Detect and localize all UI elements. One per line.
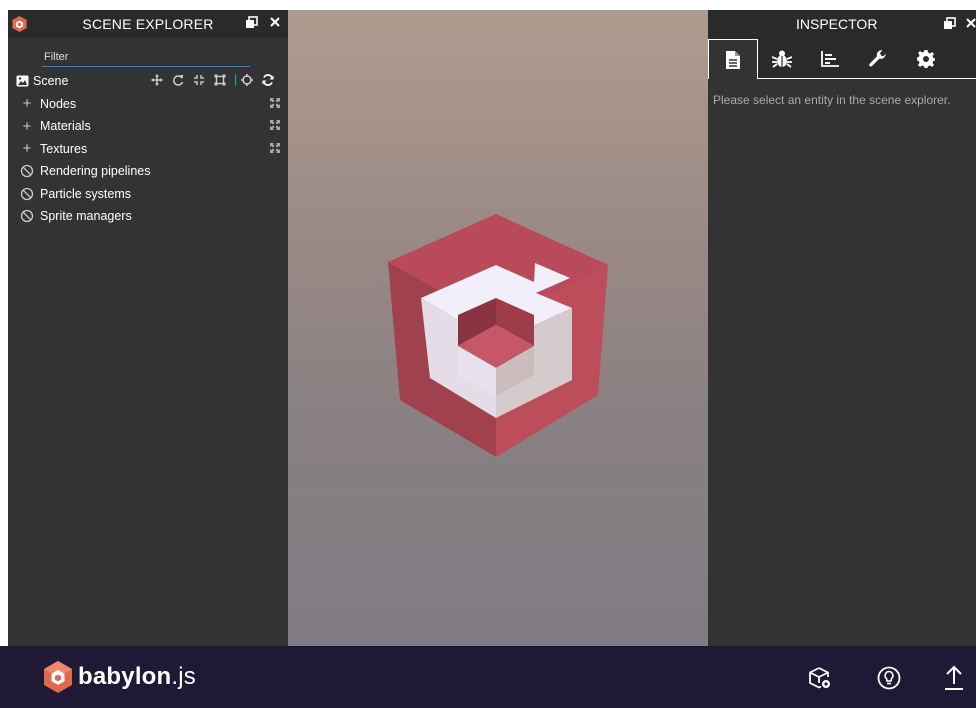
babylon-cube-model [388,214,608,457]
inspector-empty-message: Please select an entity in the scene exp… [713,93,951,107]
tree-item-label: Materials [40,119,91,134]
babylon-logo-icon [12,16,27,32]
expand-plus-icon[interactable]: + [20,140,34,157]
brand-suffix: .js [171,663,197,690]
brand-text: babylon.js [78,663,196,691]
target-icon[interactable] [241,74,253,86]
scene-explorer-header: SCENE EXPLORER [8,10,288,38]
gear-icon [917,50,935,68]
expand-all-icon[interactable] [270,97,280,108]
chart-bar-icon [821,51,839,67]
tree-item-sprite-managers[interactable]: Sprite managers [8,205,288,228]
ban-icon [20,165,34,178]
inspector-header: INSPECTOR [708,10,976,38]
inspector-title: INSPECTOR [796,16,878,32]
scene-label: Scene [33,74,69,89]
scene-explorer-title: SCENE EXPLORER [82,16,214,32]
tree-item-particle-systems[interactable]: Particle systems [8,183,288,206]
cube-settings-icon [809,667,830,689]
refresh-icon[interactable] [262,74,274,86]
tree-item-rendering-pipelines[interactable]: Rendering pipelines [8,160,288,183]
cube-settings-button[interactable] [806,664,834,692]
expand-all-icon[interactable] [270,120,280,130]
tree-item-scene[interactable]: Scene [8,70,288,93]
popout-icon[interactable] [244,15,258,29]
expand-plus-icon[interactable]: + [20,95,34,112]
upload-button[interactable] [940,664,968,692]
tree-item-label: Nodes [40,96,77,111]
rotate-icon[interactable] [172,74,184,86]
lightbulb-button[interactable] [875,664,903,692]
close-icon[interactable] [268,15,282,29]
brand[interactable]: babylon.js [44,661,196,693]
lightbulb-icon [877,666,901,690]
move-icon[interactable] [151,74,163,86]
tree-item-textures[interactable]: + Textures [8,138,288,161]
tree-item-label: Sprite managers [40,209,132,224]
filter-input[interactable] [42,47,250,67]
upload-icon [945,665,963,690]
properties-tab[interactable] [708,39,758,79]
scene-image-icon [16,75,29,87]
settings-tab[interactable] [902,40,950,78]
file-icon [726,50,740,69]
statistics-tab[interactable] [806,40,854,78]
expand-all-icon[interactable] [270,142,280,153]
inspector-tabs [708,38,976,79]
debug-tab[interactable] [758,40,806,78]
tools-tab[interactable] [854,40,902,78]
tree-item-label: Rendering pipelines [40,164,151,179]
bounding-box-icon[interactable] [214,74,226,86]
popout-icon[interactable] [942,16,956,30]
scene-explorer-pane: SCENE EXPLORER Scene [8,10,288,646]
tree-item-nodes[interactable]: + Nodes [8,93,288,116]
brand-bold: babylon [78,663,172,690]
tree-item-label: Particle systems [40,186,131,201]
close-icon[interactable] [964,16,976,30]
footer-bar: babylon.js [0,646,976,708]
ban-icon [20,187,34,200]
toolbar-separator [235,74,236,86]
render-canvas[interactable] [288,10,708,646]
scene-tree: Scene + Nodes + Materials + Textures Ren… [8,70,288,228]
scale-icon[interactable] [193,74,205,86]
expand-plus-icon[interactable]: + [20,118,34,135]
ban-icon [20,210,34,223]
bug-icon [772,50,792,68]
babylon-logo-icon [44,661,72,693]
app-frame: SCENE EXPLORER Scene [8,10,976,646]
tree-item-materials[interactable]: + Materials [8,115,288,138]
inspector-pane: INSPECTOR Please select an entity in the… [708,10,976,646]
wrench-icon [869,50,886,67]
tree-item-label: Textures [40,141,88,156]
